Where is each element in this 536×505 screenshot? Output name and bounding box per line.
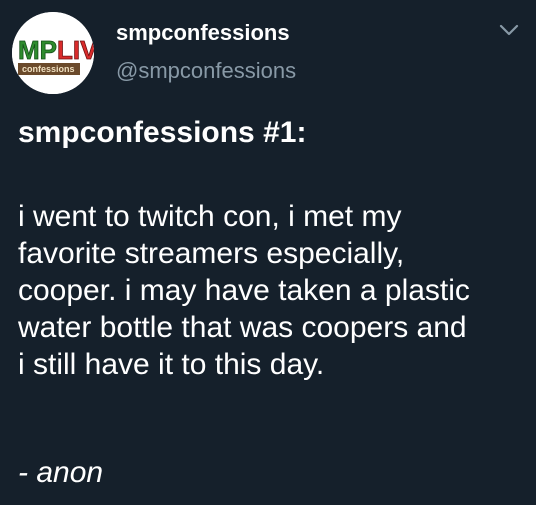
tweet-body-line: cooper. i may have taken a plastic — [18, 274, 470, 307]
chevron-down-icon[interactable] — [498, 22, 520, 38]
tweet-signoff: - anon — [18, 456, 104, 489]
tweet-body-line: favorite streamers especially, — [18, 237, 405, 270]
tweet-body: i went to twitch con, i met my favorite … — [18, 198, 528, 383]
svg-text:LIV: LIV — [57, 35, 94, 65]
tweet-body-line: water bottle that was coopers and — [18, 311, 467, 344]
mpliv-logo-icon: MP LIV confessions — [12, 12, 94, 94]
tweet-card: MP LIV confessions smpconfessions @smpco… — [0, 0, 536, 505]
display-name[interactable]: smpconfessions — [116, 20, 290, 46]
tweet-title: smpconfessions #1: — [18, 116, 307, 149]
svg-text:MP: MP — [18, 35, 57, 65]
tweet-body-line: i still have it to this day. — [18, 348, 325, 381]
tweet-body-line: i went to twitch con, i met my — [18, 200, 402, 233]
user-handle[interactable]: @smpconfessions — [116, 58, 296, 84]
tweet-header: MP LIV confessions smpconfessions @smpco… — [0, 0, 536, 110]
avatar[interactable]: MP LIV confessions — [12, 12, 94, 94]
svg-text:confessions: confessions — [22, 64, 75, 74]
